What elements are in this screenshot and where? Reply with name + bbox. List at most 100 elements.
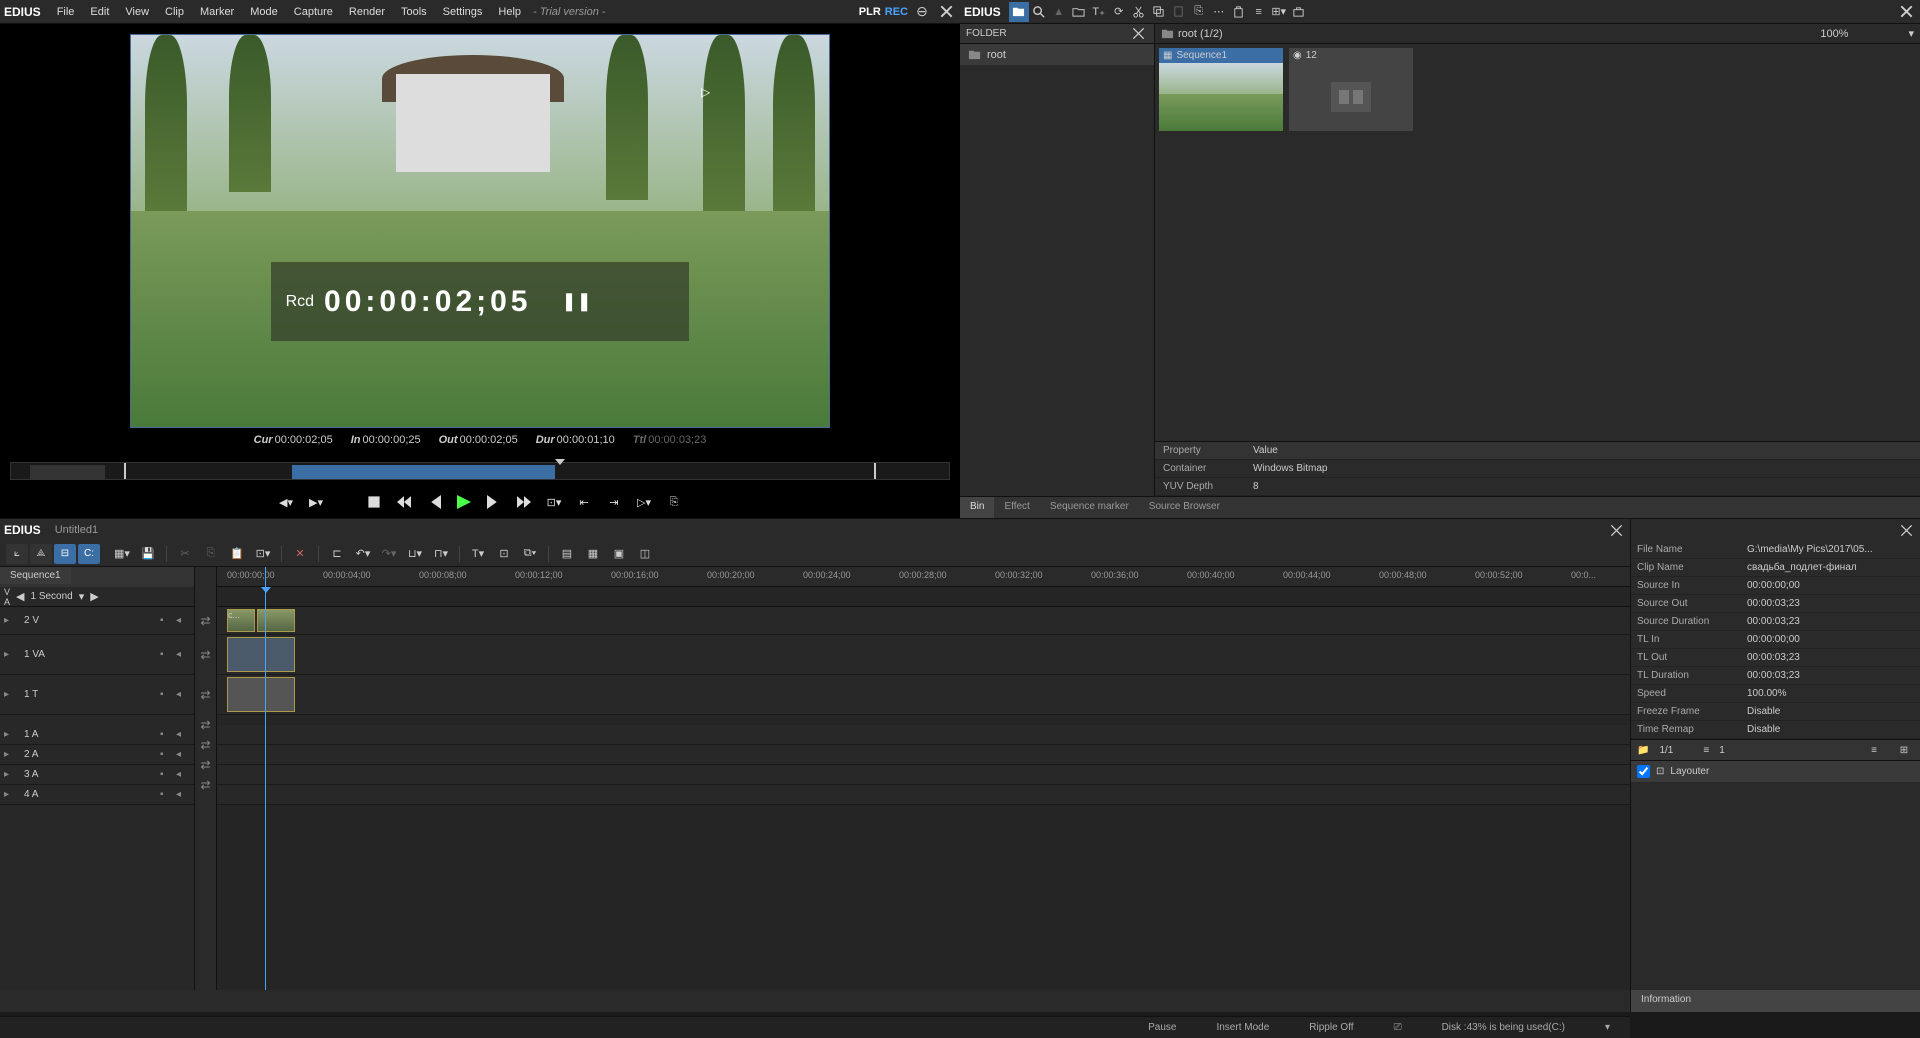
copy-button[interactable]: ⎘ [199,543,223,565]
menu-help[interactable]: Help [490,6,529,18]
prev-frame-button[interactable] [423,491,445,513]
next-edit-button[interactable]: ⇥ [603,491,625,513]
scale-prev-icon[interactable]: ◀ [16,590,24,603]
export-frame-button[interactable]: ▷▾ [633,491,655,513]
paste-icon[interactable] [1169,2,1189,22]
menu-clip[interactable]: Clip [157,6,192,18]
proxy-button[interactable]: ▦ [581,543,605,565]
stop-button[interactable] [363,491,385,513]
tc-out[interactable]: 00:00:02;05 [460,434,518,446]
lock-icon[interactable]: ◂ [176,615,188,627]
render-button[interactable]: ▤ [555,543,579,565]
track-header[interactable]: ▸1 A▪◂ [0,725,194,745]
track-1t[interactable] [217,675,1630,715]
scale-dropdown-icon[interactable]: ▾ [79,590,85,603]
status-dropdown-icon[interactable]: ▾ [1585,1022,1630,1033]
track-header[interactable]: ▸3 A▪◂ [0,765,194,785]
set-in-button[interactable]: ◀▾ [275,491,297,513]
track-header[interactable]: ▸2 A▪◂ [0,745,194,765]
playhead[interactable] [265,567,266,990]
delete-button[interactable]: ✕ [288,543,312,565]
tc-cur[interactable]: 00:00:02;05 [275,434,333,446]
folder-icon[interactable] [1009,2,1029,22]
tab-sequence-marker[interactable]: Sequence marker [1040,497,1139,518]
mode-multi-icon[interactable]: ⊟ [54,544,76,564]
set-out-button[interactable]: ▶▾ [305,491,327,513]
layouter-checkbox[interactable] [1637,765,1650,778]
prev-edit-button[interactable]: ⇤ [573,491,595,513]
list-view-icon[interactable]: ≡ [1864,740,1884,760]
title-tool-button[interactable]: T▾ [466,543,490,565]
title-icon[interactable]: T₊ [1089,2,1109,22]
close-icon[interactable] [936,2,956,22]
track-4a[interactable] [217,785,1630,805]
grid-icon[interactable]: ⊞▾ [1269,2,1289,22]
menu-capture[interactable]: Capture [286,6,341,18]
export-icon[interactable]: ⎘ [1189,2,1209,22]
up-icon[interactable]: ▲ [1049,2,1069,22]
patch-icon[interactable]: ⇄ [195,607,216,635]
patch-icon[interactable]: ⇄ [195,755,216,775]
mute-icon[interactable]: ▪ [160,615,172,627]
rec-label[interactable]: REC [885,6,908,18]
output-button[interactable]: ⎘ [663,491,685,513]
timeline-clip[interactable]: с... [227,609,255,632]
layout-button[interactable]: ▣ [607,543,631,565]
timeline-clip[interactable] [257,609,295,632]
folder-root-item[interactable]: root [960,44,1154,65]
menu-tools[interactable]: Tools [393,6,435,18]
scrub-bar[interactable] [10,462,950,480]
tc-dur[interactable]: 00:00:01;10 [557,434,615,446]
menu-mode[interactable]: Mode [242,6,286,18]
redo-button[interactable]: ↷▾ [377,543,401,565]
patch-icon[interactable]: ⇄ [195,715,216,735]
copy-icon[interactable] [1149,2,1169,22]
mute-icon[interactable]: ▪ [160,649,172,661]
scale-next-icon[interactable]: ▶ [90,590,98,603]
audio-button[interactable]: ◫ [633,543,657,565]
menu-view[interactable]: View [117,6,157,18]
expand-icon[interactable]: ⊞ [1894,740,1914,760]
timeline-content[interactable]: 00:00:00;0000:00:04;0000:00:08;0000:00:1… [217,567,1630,990]
loop-button[interactable]: ⊡▾ [543,491,565,513]
lock-icon[interactable]: ◂ [176,729,188,741]
properties-button[interactable]: ⊡ [492,543,516,565]
close-bin-icon[interactable] [1896,2,1916,22]
toolbox-icon[interactable] [1289,2,1309,22]
cut-button[interactable]: ✂ [173,543,197,565]
track-2a[interactable] [217,745,1630,765]
folder-close-icon[interactable] [1128,24,1148,44]
zoom-label[interactable]: 100% [1820,28,1848,40]
expand-icon[interactable]: ▸ [4,749,16,760]
layouter-item[interactable]: ⊡ Layouter [1631,761,1920,782]
expand-icon[interactable]: ▸ [4,689,16,700]
bin-thumb-image[interactable]: ◉12 [1289,48,1413,131]
menu-marker[interactable]: Marker [192,6,242,18]
out-marker[interactable] [874,463,876,479]
expand-icon[interactable]: ▸ [4,789,16,800]
next-frame-button[interactable] [483,491,505,513]
patch-icon[interactable]: ⇄ [195,635,216,675]
lock-icon[interactable]: ◂ [176,689,188,701]
menu-edit[interactable]: Edit [82,6,117,18]
new-clip-icon[interactable]: ⟳ [1109,2,1129,22]
mode-normal-icon[interactable]: ⟀ [6,544,28,564]
expand-icon[interactable]: ▸ [4,729,16,740]
expand-icon[interactable]: ▸ [4,615,16,626]
video-frame[interactable]: Rcd 00:00:02;05 ❚❚ ▷ [130,34,830,428]
time-ruler[interactable]: 00:00:00;0000:00:04;0000:00:08;0000:00:1… [217,567,1630,587]
play-button[interactable] [453,491,475,513]
tab-bin[interactable]: Bin [960,497,994,518]
sequence-tab[interactable]: Sequence1 [0,567,71,584]
menu-settings[interactable]: Settings [435,6,491,18]
patch-icon[interactable]: ⇄ [195,775,216,795]
rewind-button[interactable] [393,491,415,513]
lock-icon[interactable]: ◂ [176,769,188,781]
menu-render[interactable]: Render [341,6,393,18]
mute-icon[interactable]: ▪ [160,789,172,801]
expand-icon[interactable]: ▸ [4,769,16,780]
lock-icon[interactable]: ◂ [176,749,188,761]
scrub-range[interactable] [292,465,555,479]
list-icon[interactable]: ≡ [1249,2,1269,22]
bin-thumb-sequence[interactable]: ▦Sequence1 [1159,48,1283,131]
